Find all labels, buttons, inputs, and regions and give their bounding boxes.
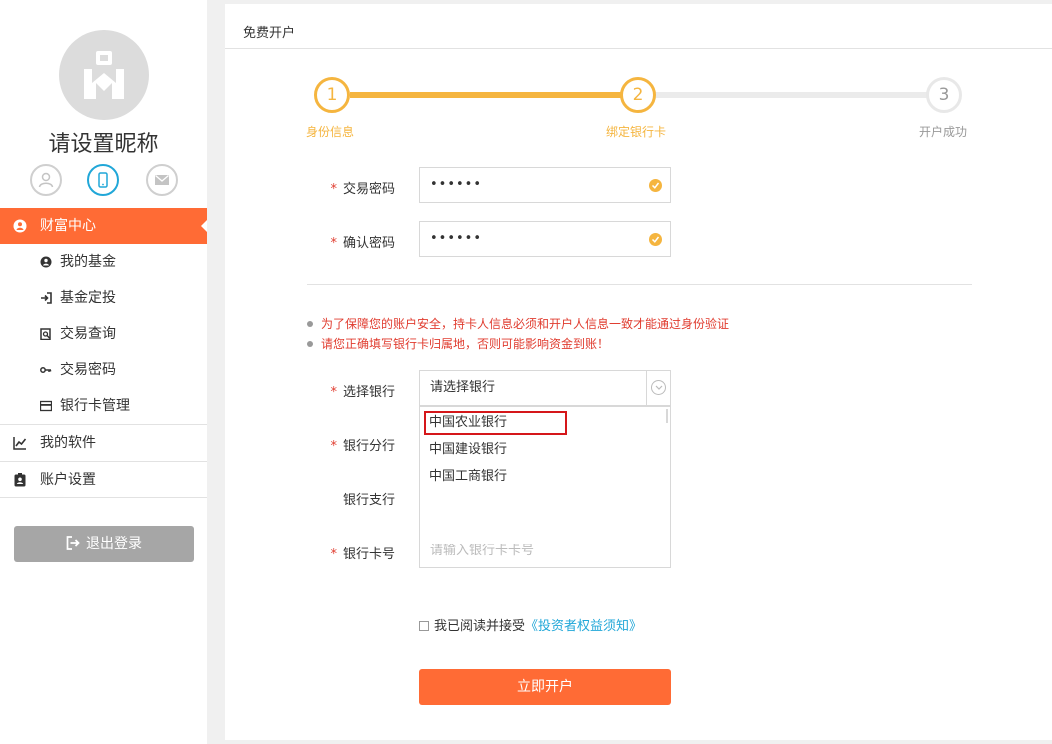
step-3-label: 开户成功 [919, 125, 968, 139]
bank-branch-label: * 银行分行 [330, 439, 395, 454]
agreement-link[interactable]: 《投资者权益须知》 [525, 619, 642, 634]
user-circle-icon [13, 219, 27, 233]
progress-track-done [350, 92, 640, 98]
card-number-placeholder: 请输入银行卡卡号 [430, 544, 535, 558]
verify-icons [28, 164, 178, 198]
menu-wealth-center-label: 财富中心 [40, 218, 96, 234]
step-3-circle: 3 [926, 77, 962, 113]
check-icon [649, 233, 662, 246]
bullet-icon [307, 321, 313, 327]
sub-item-label: 交易查询 [60, 326, 116, 342]
page-title: 免费开户 [243, 26, 296, 41]
required-mark: * [330, 385, 337, 400]
location-notice: 请您正确填写银行卡归属地，否则可能影响资金到账！ [307, 335, 609, 352]
step-1-circle: 1 [314, 77, 350, 113]
main-panel: 免费开户 1 2 3 身份信息 绑定银行卡 开户成功 * 交易密码 •••••• … [225, 4, 1052, 740]
sub-item-my-funds[interactable]: 我的基金 [0, 244, 207, 280]
form-divider [307, 284, 972, 285]
check-icon [649, 179, 662, 192]
phone-verify-icon[interactable] [87, 164, 119, 196]
bank-select-value: 请选择银行 [430, 380, 496, 395]
agreement-text: 我已阅读并接受 [434, 619, 526, 634]
bank-select[interactable]: 请选择银行 [419, 370, 671, 406]
step-1-label: 身份信息 [306, 125, 355, 139]
search-doc-icon [40, 328, 51, 340]
key-icon [40, 367, 52, 373]
sub-item-label: 银行卡管理 [60, 398, 130, 414]
bank-option[interactable]: 中国农业银行 [424, 411, 567, 435]
trade-password-input[interactable]: •••••• [419, 167, 671, 203]
default-avatar-icon [84, 51, 124, 99]
security-notice: 为了保障您的账户安全，持卡人信息必须和开户人信息一致才能通过身份验证 [307, 315, 729, 332]
sub-item-trade-password[interactable]: 交易密码 [0, 352, 207, 388]
logout-label: 退出登录 [86, 536, 142, 552]
confirm-password-label: * 确认密码 [330, 236, 395, 251]
id-badge-icon [14, 473, 26, 487]
menu-account-settings[interactable]: 账户设置 [0, 461, 207, 498]
sub-item-label: 我的基金 [60, 254, 116, 270]
step-2-circle: 2 [620, 77, 656, 113]
sub-item-fund-investment[interactable]: 基金定投 [0, 280, 207, 316]
required-mark: * [330, 439, 337, 454]
menu-wealth-center[interactable]: 财富中心 [0, 208, 207, 244]
select-arrow[interactable] [646, 371, 670, 405]
sub-item-label: 交易密码 [60, 362, 116, 378]
sign-in-icon [41, 292, 52, 304]
trade-password-label: * 交易密码 [330, 182, 395, 197]
sub-item-trade-query[interactable]: 交易查询 [0, 316, 207, 352]
required-mark: * [330, 182, 337, 197]
confirm-password-value: •••••• [430, 231, 483, 246]
bank-option[interactable]: 中国工商银行 [424, 465, 507, 489]
menu-my-software[interactable]: 我的软件 [0, 424, 207, 461]
select-bank-label: * 选择银行 [330, 385, 395, 400]
sub-item-label: 基金定投 [60, 290, 116, 306]
dropdown-scrollbar[interactable] [666, 409, 668, 423]
sidebar-menu: 财富中心 我的基金 基金定投 交易查询 交易密码 银行卡管理 我的软件 账户设置 [0, 208, 207, 498]
sub-item-bank-card[interactable]: 银行卡管理 [0, 388, 207, 424]
nickname[interactable]: 请设置昵称 [0, 126, 207, 158]
line-chart-icon [13, 437, 27, 450]
sign-out-icon [66, 536, 80, 550]
card-number-label: * 银行卡号 [330, 547, 395, 562]
user-circle-icon [40, 256, 52, 268]
bank-option[interactable]: 中国建设银行 [424, 438, 507, 462]
email-verify-icon[interactable] [146, 164, 178, 196]
card-number-input[interactable]: 请输入银行卡卡号 [419, 544, 671, 568]
credit-card-icon [40, 400, 52, 412]
agreement-row: 我已阅读并接受《投资者权益须知》 [419, 615, 642, 634]
menu-account-settings-label: 账户设置 [40, 472, 96, 488]
bank-sub-branch-label: 银行支行 [342, 493, 395, 508]
progress-track-todo [638, 92, 928, 98]
title-divider [225, 48, 1052, 49]
logout-button[interactable]: 退出登录 [14, 526, 194, 562]
trade-password-value: •••••• [430, 177, 483, 192]
sidebar: 请设置昵称 财富中心 我的基金 基金定投 交易查询 交易密码 银行卡管理 我的软… [0, 0, 207, 744]
bullet-icon [307, 341, 313, 347]
step-2-label: 绑定银行卡 [606, 125, 667, 139]
identity-verify-icon[interactable] [30, 164, 62, 196]
avatar[interactable] [59, 30, 149, 120]
confirm-password-input[interactable]: •••••• [419, 221, 671, 257]
menu-my-software-label: 我的软件 [40, 435, 96, 451]
open-account-button[interactable]: 立即开户 [419, 669, 671, 705]
agreement-checkbox[interactable] [419, 621, 429, 631]
chevron-down-icon [655, 385, 663, 390]
required-mark: * [330, 547, 337, 562]
required-mark: * [330, 236, 337, 251]
